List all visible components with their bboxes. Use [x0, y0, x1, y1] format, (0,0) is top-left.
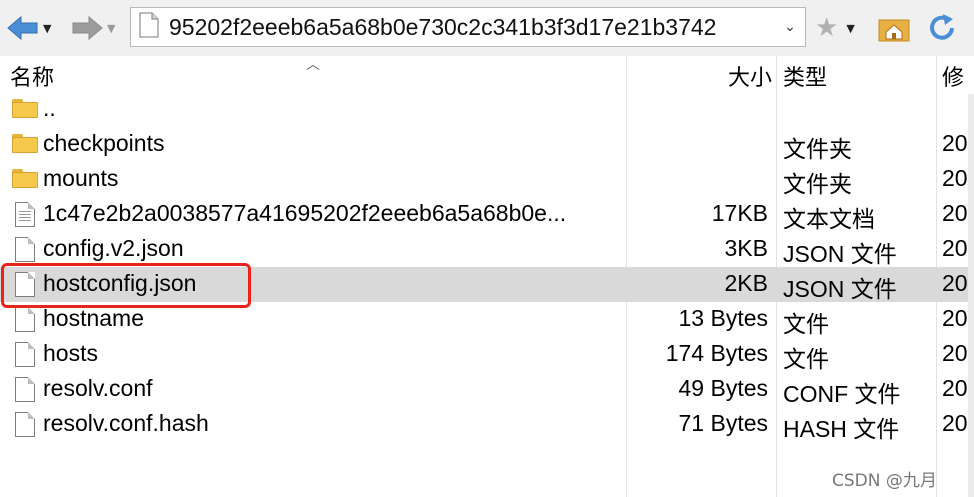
column-name-header[interactable]: 名称	[10, 60, 54, 92]
file-name: hosts	[43, 340, 98, 366]
sort-ascending-icon: ︿	[306, 57, 320, 73]
file-type: 文件	[783, 346, 829, 372]
file-name: hostname	[43, 305, 145, 331]
file-type: 文件夹	[783, 171, 852, 197]
file-icon	[12, 342, 40, 367]
navigation-toolbar: ▼ ▼ 95202f2eeeb6a5a68b0e730c2c341b3f3d17…	[0, 0, 974, 57]
column-modified-header[interactable]: 修	[942, 60, 964, 92]
list-item-parent-folder[interactable]: ..	[0, 92, 974, 127]
favorites-button[interactable]: ★ ▼	[815, 10, 871, 46]
file-icon	[12, 272, 40, 297]
list-item-hostconfig-json[interactable]: hostconfig.json 2KB JSON 文件 20	[0, 267, 974, 302]
home-button[interactable]	[878, 10, 918, 46]
back-button[interactable]: ▼	[6, 10, 66, 46]
refresh-button[interactable]	[926, 10, 966, 46]
list-item-log-file[interactable]: 1c47e2b2a0038577a41695202f2eeeb6a5a68b0e…	[0, 197, 974, 232]
file-name: resolv.conf.hash	[43, 410, 209, 436]
vertical-scrollbar[interactable]	[968, 94, 974, 497]
file-size: 13 Bytes	[678, 305, 769, 331]
home-folder-icon	[878, 19, 910, 42]
list-item-config-v2-json[interactable]: config.v2.json 3KB JSON 文件 20	[0, 232, 974, 267]
refresh-icon	[930, 14, 954, 40]
text-file-icon	[12, 202, 40, 227]
file-type: 文本文档	[783, 206, 875, 232]
file-type: HASH 文件	[783, 416, 900, 442]
column-type-header[interactable]: 类型	[783, 60, 827, 92]
path-text[interactable]: 95202f2eeeb6a5a68b0e730c2c341b3f3d17e21b…	[169, 14, 775, 41]
file-size: 2KB	[724, 270, 768, 296]
back-arrow-icon	[7, 15, 38, 41]
list-item-mounts[interactable]: mounts 文件夹 20	[0, 162, 974, 197]
file-size: 17KB	[711, 200, 768, 226]
star-icon: ★	[815, 13, 839, 43]
file-name: resolv.conf	[43, 375, 153, 401]
file-type: JSON 文件	[783, 276, 897, 302]
file-modified: 20	[942, 375, 968, 401]
folder-icon	[12, 167, 40, 191]
chevron-down-icon[interactable]: ⌄	[775, 19, 805, 35]
forward-arrow-icon	[72, 15, 103, 41]
file-modified: 20	[942, 340, 968, 366]
file-modified: 20	[942, 235, 968, 261]
back-dropdown-icon[interactable]: ▼	[43, 22, 51, 35]
file-type: CONF 文件	[783, 381, 901, 407]
file-icon	[12, 237, 40, 262]
file-modified: 20	[942, 165, 968, 191]
file-name: mounts	[43, 165, 119, 191]
file-size: 71 Bytes	[678, 410, 769, 436]
path-bar[interactable]: 95202f2eeeb6a5a68b0e730c2c341b3f3d17e21b…	[130, 7, 806, 47]
list-item-resolv-conf[interactable]: resolv.conf 49 Bytes CONF 文件 20	[0, 372, 974, 407]
watermark: CSDN @九月	[832, 471, 937, 491]
file-modified: 20	[942, 130, 968, 156]
file-name: config.v2.json	[43, 235, 184, 261]
file-name: ..	[43, 95, 56, 121]
file-size: 49 Bytes	[678, 375, 769, 401]
file-size: 174 Bytes	[665, 340, 768, 366]
file-icon	[12, 307, 40, 332]
list-item-hosts[interactable]: hosts 174 Bytes 文件 20	[0, 337, 974, 372]
file-modified: 20	[942, 305, 968, 331]
list-item-hostname[interactable]: hostname 13 Bytes 文件 20	[0, 302, 974, 337]
file-name: checkpoints	[43, 130, 165, 156]
list-item-resolv-conf-hash[interactable]: resolv.conf.hash 71 Bytes HASH 文件 20	[0, 407, 974, 442]
file-modified: 20	[942, 200, 968, 226]
file-modified: 20	[942, 270, 968, 296]
file-type: 文件夹	[783, 136, 852, 162]
file-type: 文件	[783, 311, 829, 337]
file-icon	[12, 377, 40, 402]
favorites-dropdown-icon[interactable]: ▼	[846, 22, 854, 35]
forward-dropdown-icon[interactable]: ▼	[107, 22, 115, 35]
column-header: ︿ 名称 大小 类型 修	[0, 56, 974, 94]
folder-icon	[12, 97, 40, 121]
file-name: hostconfig.json	[43, 270, 197, 296]
forward-button[interactable]: ▼	[70, 10, 126, 46]
column-size-header[interactable]: 大小	[728, 60, 772, 92]
file-icon	[12, 412, 40, 437]
list-item-checkpoints[interactable]: checkpoints 文件夹 20	[0, 127, 974, 162]
file-modified: 20	[942, 410, 968, 436]
file-name: 1c47e2b2a0038577a41695202f2eeeb6a5a68b0e…	[43, 200, 567, 226]
file-list: .. checkpoints 文件夹 20 mounts 文件夹 20 1c47…	[0, 92, 974, 442]
folder-icon	[12, 132, 40, 156]
file-size: 3KB	[724, 235, 768, 261]
file-type: JSON 文件	[783, 241, 897, 267]
file-icon	[139, 12, 159, 42]
